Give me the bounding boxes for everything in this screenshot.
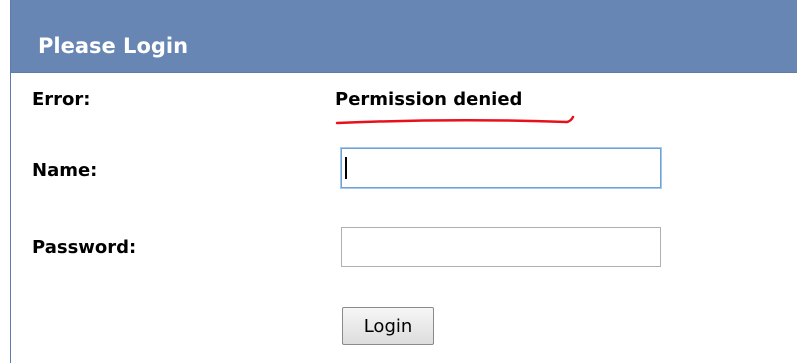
text-caret [345, 157, 347, 179]
error-message: Permission denied [335, 89, 523, 110]
password-label: Password: [32, 237, 137, 258]
name-input[interactable] [341, 148, 661, 188]
error-underline [335, 115, 575, 125]
error-label: Error: [32, 89, 91, 110]
password-input[interactable] [341, 227, 661, 267]
panel-header: Please Login [11, 0, 797, 73]
name-label: Name: [32, 160, 98, 181]
login-button[interactable]: Login [342, 307, 434, 345]
login-panel: Please Login Error: Permission denied Na… [10, 0, 797, 363]
panel-title: Please Login [38, 34, 189, 58]
